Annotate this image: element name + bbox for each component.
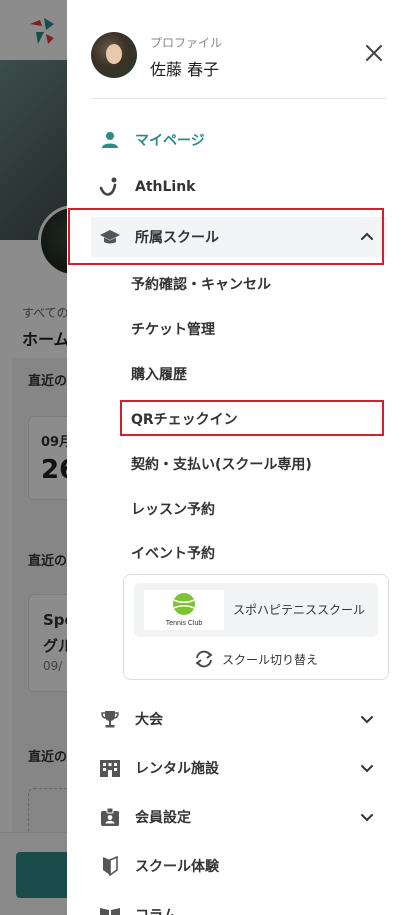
submenu-item-purchase-history[interactable]: 購入履歴 xyxy=(131,364,187,384)
book-icon xyxy=(99,904,121,915)
graduation-cap-icon xyxy=(99,226,121,248)
chevron-down-icon xyxy=(361,814,373,822)
menu-label: マイページ xyxy=(135,133,205,149)
profile-label: プロファイル xyxy=(150,36,223,50)
submenu-item-ticket-management[interactable]: チケット管理 xyxy=(131,319,215,339)
refresh-icon xyxy=(195,650,213,668)
submenu-item-lesson-reservation[interactable]: レッスン予約 xyxy=(131,499,215,519)
navigation-drawer: プロファイル 佐藤 春子 マイページ AthLink 所属スクール 予約確認・キ… xyxy=(67,0,412,915)
school-logo: Tennis Club xyxy=(144,590,224,630)
menu-item-school[interactable]: 所属スクール xyxy=(91,217,387,257)
submenu-item-contract-payment[interactable]: 契約・支払い(スクール専用) xyxy=(131,454,312,474)
chevron-down-icon xyxy=(361,765,373,773)
avatar xyxy=(91,32,137,78)
menu-item-column[interactable]: コラム xyxy=(91,895,387,915)
building-icon xyxy=(99,757,121,779)
submenu-item-qr-checkin[interactable]: QRチェックイン xyxy=(131,409,238,429)
submenu-item-event-reservation[interactable]: イベント予約 xyxy=(131,543,215,563)
school-switch-button[interactable]: スクール切り替え xyxy=(194,649,318,669)
close-icon[interactable] xyxy=(359,38,389,68)
menu-item-athlink[interactable]: AthLink xyxy=(91,167,387,207)
chevron-up-icon xyxy=(361,232,373,240)
beginner-mark-icon xyxy=(99,855,121,877)
submenu-item-reservation-check[interactable]: 予約確認・キャンセル xyxy=(131,274,271,294)
menu-item-member-settings[interactable]: 会員設定 xyxy=(91,797,387,837)
profile-name: 佐藤 春子 xyxy=(150,60,220,79)
menu-label: 会員設定 xyxy=(135,810,191,826)
menu-label: 大会 xyxy=(135,712,163,728)
menu-label: AthLink xyxy=(135,179,196,195)
menu-item-mypage[interactable]: マイページ xyxy=(91,120,387,160)
menu-label: 所属スクール xyxy=(135,230,219,246)
profile-header: プロファイル 佐藤 春子 xyxy=(91,30,387,99)
id-badge-icon xyxy=(99,806,121,828)
trophy-icon xyxy=(99,708,121,730)
school-switch-label: スクール切り替え xyxy=(222,652,319,667)
menu-item-rental[interactable]: レンタル施設 xyxy=(91,748,387,788)
user-icon xyxy=(99,129,121,151)
school-selector: Tennis Club スポハピテニススクール スクール切り替え xyxy=(123,574,389,680)
current-school-card[interactable]: Tennis Club スポハピテニススクール xyxy=(134,583,378,637)
menu-label: レンタル施設 xyxy=(135,761,219,777)
menu-label: スクール体験 xyxy=(135,859,219,875)
menu-item-school-trial[interactable]: スクール体験 xyxy=(91,846,387,886)
chevron-down-icon xyxy=(361,716,373,724)
menu-item-tournament[interactable]: 大会 xyxy=(91,699,387,739)
athlink-icon xyxy=(99,176,121,198)
menu-label: コラム xyxy=(135,905,177,915)
school-name: スポハピテニススクール xyxy=(233,603,366,617)
school-logo-text: Tennis Club xyxy=(166,620,203,627)
